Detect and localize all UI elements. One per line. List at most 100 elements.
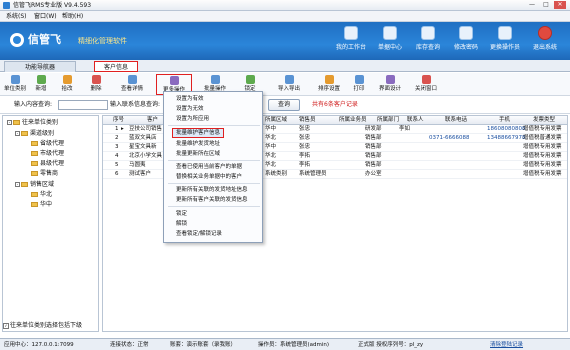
menu-help[interactable]: 帮助(H) bbox=[62, 12, 83, 21]
print-button[interactable]: 打印 bbox=[348, 74, 370, 95]
more-icon bbox=[169, 76, 179, 85]
clear-login-link[interactable]: 清除登陆记录 bbox=[490, 341, 523, 349]
col-department[interactable]: 所属部门 bbox=[377, 116, 399, 125]
folder-icon bbox=[21, 131, 28, 136]
col-no[interactable]: 序号 bbox=[113, 116, 124, 125]
menu-item-view-used-documents[interactable]: 查看已使用当前客户的单据 bbox=[176, 163, 242, 171]
menu-item-set-applied[interactable]: 设置为所应用 bbox=[176, 115, 209, 123]
document-center-button[interactable]: 单据中心 bbox=[372, 26, 408, 58]
workbench-icon bbox=[344, 26, 358, 40]
tree-item-central[interactable]: 华中 bbox=[31, 201, 52, 209]
stock-query-button[interactable]: 库存查询 bbox=[410, 26, 446, 58]
ui-design-button[interactable]: 界面设计 bbox=[374, 74, 406, 95]
tree-item-province[interactable]: 省级代理 bbox=[31, 140, 64, 148]
folder-icon bbox=[31, 151, 38, 156]
maximize-button[interactable]: □ bbox=[540, 1, 552, 9]
minimize-button[interactable]: — bbox=[526, 1, 538, 9]
tab-function-navigator[interactable]: 功能导航器 bbox=[4, 61, 76, 72]
status-operator: 操作员：系统管理员(admin) bbox=[258, 342, 330, 348]
menu-item-batch-maintain-address[interactable]: 批量维护发货地址 bbox=[176, 140, 220, 148]
collapse-icon[interactable]: - bbox=[7, 120, 12, 125]
sort-settings-button[interactable]: 排序设置 bbox=[312, 74, 346, 95]
status-license: 正式版 授权序列号：pl_zy bbox=[358, 342, 424, 348]
checkbox-icon[interactable]: ✓ bbox=[3, 323, 9, 329]
edit-button[interactable]: 拾改 bbox=[56, 74, 78, 95]
menu-separator bbox=[168, 125, 260, 126]
workbench-button[interactable]: 我的工作台 bbox=[333, 26, 369, 58]
menu-item-replace-customer[interactable]: 替换相关业务单据中的客户 bbox=[176, 173, 242, 181]
delete-button[interactable]: 删除 bbox=[84, 74, 108, 95]
unit-category-button[interactable]: 单位类别 bbox=[2, 74, 28, 95]
status-connection: 连接状态：正常 bbox=[110, 342, 149, 348]
menu-item-unlock[interactable]: 解锁 bbox=[176, 220, 187, 228]
col-invoice[interactable]: 发票类型 bbox=[533, 116, 555, 125]
menu-separator bbox=[168, 183, 260, 184]
brand-logo-icon bbox=[10, 33, 24, 47]
record-count: 共有6条客户记录 bbox=[312, 101, 358, 108]
print-icon bbox=[354, 75, 364, 84]
tab-strip bbox=[0, 60, 570, 72]
category-tree: - 往来单位类别 - 渠道级别 省级代理 市级代理 县级代理 零售商 - 销售区域 华… bbox=[2, 115, 99, 332]
menu-window[interactable]: 窗口(W) bbox=[34, 12, 57, 21]
category-icon bbox=[10, 75, 20, 84]
col-region[interactable]: 所属区域 bbox=[265, 116, 287, 125]
col-salesperson[interactable]: 销售员 bbox=[299, 116, 316, 125]
design-icon bbox=[385, 75, 395, 84]
menu-item-lock[interactable]: 锁定 bbox=[176, 210, 187, 218]
tree-root[interactable]: - 往来单位类别 bbox=[7, 119, 58, 127]
tree-item-north[interactable]: 华北 bbox=[31, 191, 52, 199]
switch-operator-button[interactable]: 更换操作员 bbox=[487, 26, 523, 58]
menu-item-update-shipping-address[interactable]: 更新所有关联的发货地址信息 bbox=[176, 186, 248, 194]
menu-item-update-shipping-info[interactable]: 更新所有客户关联的发货信息 bbox=[176, 196, 248, 204]
import-export-button[interactable]: 导入导出 bbox=[272, 74, 306, 95]
edit-icon bbox=[62, 75, 72, 84]
window-title: 信管飞RMS专业版 V9.4.593 bbox=[13, 2, 92, 9]
col-phone[interactable]: 联系电话 bbox=[445, 116, 467, 125]
tree-item-county[interactable]: 县级代理 bbox=[31, 160, 64, 168]
status-server: 应用中心：127.0.0.1:7099 bbox=[4, 342, 74, 348]
title-bar: 信管飞RMS专业版 V9.4.593 — □ ✕ bbox=[0, 0, 570, 11]
batch-icon bbox=[210, 75, 220, 84]
menu-item-set-invalid[interactable]: 设置为无效 bbox=[176, 105, 204, 113]
col-contact[interactable]: 联系人 bbox=[407, 116, 424, 125]
view-details-button[interactable]: 查看详情 bbox=[114, 74, 150, 95]
menu-system[interactable]: 系统(S) bbox=[6, 12, 27, 21]
tree-item-sales-region[interactable]: - 销售区域 bbox=[15, 181, 54, 189]
tree-item-retailer[interactable]: 零售商 bbox=[31, 170, 58, 178]
include-subcategory-checkbox[interactable]: ✓ 往来单位类别选择包括下级 bbox=[3, 322, 82, 330]
app-logo-icon bbox=[3, 2, 10, 9]
content-query-input[interactable] bbox=[58, 100, 108, 110]
col-mobile[interactable]: 手机 bbox=[499, 116, 510, 125]
exit-icon bbox=[538, 26, 552, 40]
add-button[interactable]: 新增 bbox=[30, 74, 52, 95]
menu-bar: 系统(S) 窗口(W) 帮助(H) bbox=[0, 11, 570, 22]
more-actions-menu: 设置为有效 设置为无效 设置为所应用 批量维护客户信息 批量维护发货地址 批量更… bbox=[163, 91, 263, 243]
close-window-button[interactable]: ✕ bbox=[554, 1, 566, 9]
status-bar: 应用中心：127.0.0.1:7099 连接状态：正常 账套：演示账套（录我账）… bbox=[0, 338, 570, 350]
view-icon bbox=[127, 75, 137, 84]
query-button[interactable]: 查询 bbox=[268, 99, 300, 111]
delete-icon bbox=[91, 75, 101, 84]
folder-icon bbox=[31, 192, 38, 197]
menu-item-batch-update-region[interactable]: 批量更新所在区域 bbox=[176, 150, 220, 158]
menu-item-lock-history[interactable]: 查看锁定/解锁记录 bbox=[176, 230, 222, 238]
tree-item-channel-level[interactable]: - 渠道级别 bbox=[15, 130, 54, 138]
lock-icon bbox=[459, 26, 473, 40]
exit-system-button[interactable]: 退出系统 bbox=[527, 26, 563, 58]
folder-icon bbox=[31, 171, 38, 176]
folder-icon bbox=[31, 202, 38, 207]
collapse-icon[interactable]: - bbox=[15, 131, 20, 136]
change-password-button[interactable]: 修改密码 bbox=[448, 26, 484, 58]
col-customer[interactable]: 客户 bbox=[147, 116, 158, 125]
menu-item-set-valid[interactable]: 设置为有效 bbox=[176, 95, 204, 103]
col-business-rep[interactable]: 所属业务员 bbox=[339, 116, 367, 125]
stock-icon bbox=[421, 26, 435, 40]
tree-item-city[interactable]: 市级代理 bbox=[31, 150, 64, 158]
menu-item-batch-maintain-customer[interactable]: 批量维护客户信息 bbox=[172, 128, 225, 138]
user-icon bbox=[498, 26, 512, 40]
folder-icon bbox=[31, 141, 38, 146]
collapse-icon[interactable]: - bbox=[15, 182, 20, 187]
tab-customer-info[interactable]: 客户信息 bbox=[94, 61, 138, 72]
close-window-tool-button[interactable]: 关闭窗口 bbox=[410, 74, 442, 95]
content-query-label: 输入内容查询: bbox=[14, 101, 53, 108]
